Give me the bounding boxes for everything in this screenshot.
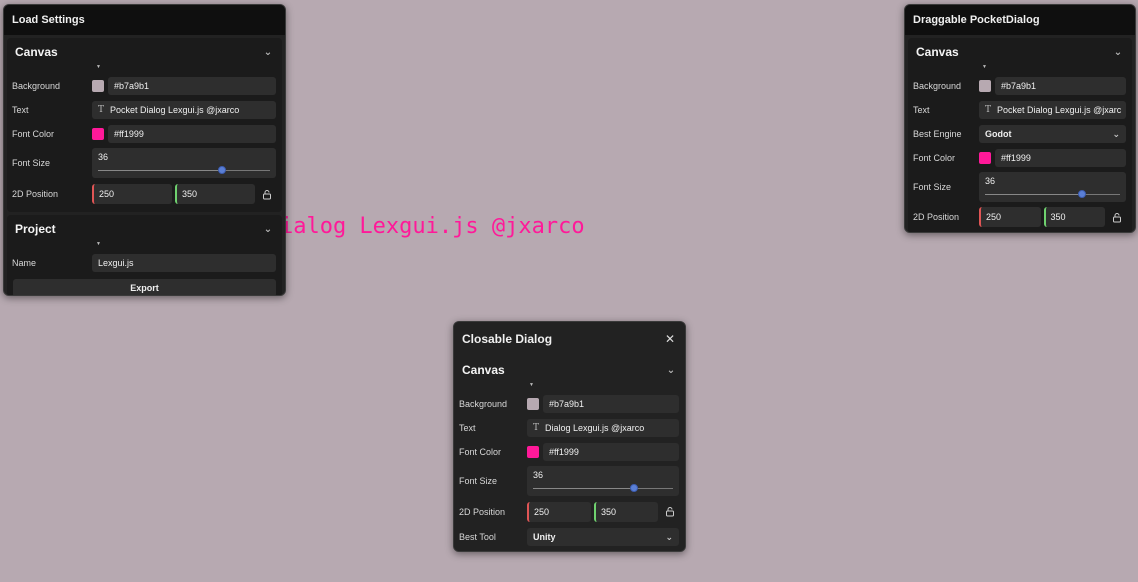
- text-row: Text T Pocket Dialog Lexgui.js @jxarco: [7, 98, 282, 122]
- chevron-down-icon[interactable]: ⌄: [665, 365, 677, 376]
- text-input[interactable]: T Pocket Dialog Lexgui.js @jxarc: [979, 101, 1126, 119]
- lock-icon[interactable]: [661, 506, 679, 517]
- caret-down-icon: ▼: [96, 241, 101, 247]
- text-input[interactable]: T Dialog Lexgui.js @jxarco: [527, 419, 679, 437]
- text-row: Text T Dialog Lexgui.js @jxarco: [454, 416, 685, 440]
- background-row: Background #b7a9b1: [908, 74, 1132, 98]
- font-color-input[interactable]: #ff1999: [108, 125, 276, 143]
- section-title: Canvas: [916, 45, 959, 59]
- chevron-down-icon: ⌄: [665, 531, 673, 542]
- chevron-down-icon[interactable]: ⌄: [1112, 47, 1124, 58]
- caret-down-icon: ▼: [96, 64, 101, 70]
- project-section: Project ⌄ ▼ Name Lexgui.js Export: [7, 215, 282, 295]
- chevron-down-icon[interactable]: ⌄: [262, 47, 274, 58]
- position-y-input[interactable]: 350: [175, 184, 255, 204]
- section-title: Canvas: [15, 45, 58, 59]
- font-size-row: Font Size 36: [908, 170, 1132, 204]
- section-header-canvas[interactable]: Canvas ⌄: [454, 356, 685, 384]
- text-type-icon: T: [985, 105, 992, 115]
- position-x-input[interactable]: 250: [979, 207, 1041, 227]
- position-x-input[interactable]: 250: [92, 184, 172, 204]
- canvas-section: Canvas ⌄ ▼ Background #b7a9b1 Text T Dial…: [454, 356, 685, 551]
- close-icon[interactable]: ✕: [663, 332, 677, 346]
- lock-icon[interactable]: [258, 189, 276, 200]
- section-header-canvas[interactable]: Canvas ⌄: [908, 38, 1132, 66]
- canvas-rendered-text: Pocket Dialog Lexgui.js @jxarco: [284, 214, 584, 239]
- chevron-down-icon: ⌄: [1112, 128, 1120, 139]
- dialog-title-bar[interactable]: Draggable PocketDialog: [905, 5, 1135, 35]
- color-swatch[interactable]: [527, 398, 539, 410]
- text-type-icon: T: [533, 423, 540, 433]
- font-size-slider[interactable]: 36: [979, 172, 1126, 202]
- font-size-row: Font Size 36: [7, 146, 282, 180]
- background-color-input[interactable]: #b7a9b1: [108, 77, 276, 95]
- caret-down-icon: ▼: [982, 64, 987, 70]
- background-color-input[interactable]: #b7a9b1: [543, 395, 679, 413]
- position-y-input[interactable]: 350: [594, 501, 658, 522]
- slider-thumb[interactable]: [217, 166, 226, 174]
- background-row: Background #b7a9b1: [454, 392, 685, 416]
- position-row: 2D Position 250 350: [7, 180, 282, 208]
- position-row: 2D Position 250 350: [908, 204, 1132, 230]
- font-color-row: Font Color #ff1999: [454, 440, 685, 464]
- pocket-dialog: Draggable PocketDialog Canvas ⌄ ▼ Backgr…: [904, 4, 1136, 233]
- color-swatch[interactable]: [92, 80, 104, 92]
- section-header-canvas[interactable]: Canvas ⌄: [7, 38, 282, 66]
- color-swatch[interactable]: [979, 80, 991, 92]
- font-size-row: Font Size 36: [454, 464, 685, 498]
- slider-thumb[interactable]: [629, 484, 638, 492]
- font-size-slider[interactable]: 36: [527, 466, 679, 496]
- dialog-title: Closable Dialog: [462, 332, 553, 346]
- font-color-input[interactable]: #ff1999: [995, 149, 1126, 167]
- position-x-input[interactable]: 250: [527, 501, 591, 522]
- dialog-title-bar[interactable]: Load Settings: [4, 5, 285, 35]
- export-button[interactable]: Export: [13, 279, 276, 295]
- background-row: Background #b7a9b1: [7, 74, 282, 98]
- lock-icon[interactable]: [1108, 212, 1126, 223]
- section-title: Canvas: [462, 363, 505, 377]
- text-row: Text T Pocket Dialog Lexgui.js @jxarc: [908, 98, 1132, 122]
- name-row: Name Lexgui.js: [7, 251, 282, 275]
- slider-thumb[interactable]: [1078, 190, 1087, 198]
- dialog-title: Draggable PocketDialog: [913, 14, 1040, 26]
- caret-down-icon: ▼: [529, 382, 534, 388]
- closable-dialog: Closable Dialog ✕ Canvas ⌄ ▼ Background …: [453, 321, 686, 552]
- canvas-section: Canvas ⌄ ▼ Background #b7a9b1 Text T Pock…: [908, 38, 1132, 232]
- font-color-row: Font Color #ff1999: [908, 146, 1132, 170]
- dialog-title-bar[interactable]: Closable Dialog ✕: [454, 322, 685, 356]
- position-row: 2D Position 250 350: [454, 498, 685, 525]
- best-tool-select[interactable]: Unity ⌄: [527, 528, 679, 546]
- position-y-input[interactable]: 350: [1043, 207, 1105, 227]
- project-name-input[interactable]: Lexgui.js: [92, 254, 276, 272]
- best-engine-select[interactable]: Godot ⌄: [979, 125, 1126, 143]
- best-tool-row: Best Tool Unity ⌄: [454, 525, 685, 549]
- font-color-row: Font Color #ff1999: [7, 122, 282, 146]
- chevron-down-icon[interactable]: ⌄: [262, 224, 274, 235]
- canvas-section: Canvas ⌄ ▼ Background #b7a9b1 Text T Pock…: [7, 38, 282, 212]
- color-swatch[interactable]: [92, 128, 104, 140]
- load-settings-dialog: Load Settings Canvas ⌄ ▼ Background #b7a…: [3, 4, 286, 296]
- color-swatch[interactable]: [527, 446, 539, 458]
- section-title: Project: [15, 222, 56, 236]
- background-color-input[interactable]: #b7a9b1: [995, 77, 1126, 95]
- text-input[interactable]: T Pocket Dialog Lexgui.js @jxarco: [92, 101, 276, 119]
- font-color-input[interactable]: #ff1999: [543, 443, 679, 461]
- font-size-slider[interactable]: 36: [92, 148, 276, 178]
- best-engine-row: Best Engine Godot ⌄: [908, 122, 1132, 146]
- text-type-icon: T: [98, 105, 105, 115]
- dialog-title: Load Settings: [12, 14, 85, 26]
- section-header-project[interactable]: Project ⌄: [7, 215, 282, 243]
- color-swatch[interactable]: [979, 152, 991, 164]
